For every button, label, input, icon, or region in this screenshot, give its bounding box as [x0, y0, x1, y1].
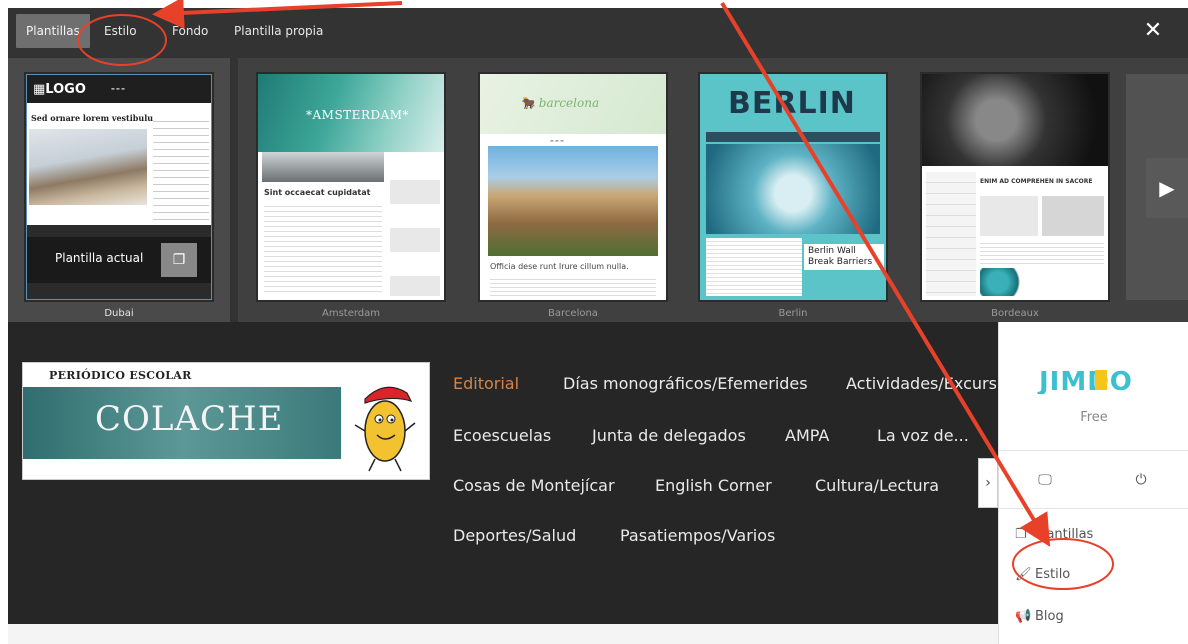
menu-item-junta[interactable]: Junta de delegados: [592, 426, 746, 445]
mascot-image: [354, 386, 416, 472]
site-banner[interactable]: PERIÓDICO ESCOLAR COLACHE: [22, 362, 430, 480]
template-thumb-barcelona[interactable]: 🐂 barcelona ▬ ▬ ▬ Officia dese runt Irur…: [480, 74, 666, 300]
thumb-photo: [1042, 196, 1104, 236]
thumb-heading: Sint occaecat cupidatat: [264, 188, 371, 197]
paint-roller-icon: 🖌: [1015, 567, 1032, 582]
jimdo-item-estilo[interactable]: 🖌 Estilo: [1015, 560, 1070, 590]
chevron-right-icon[interactable]: ▶: [1146, 158, 1188, 218]
thumb-sidebar: [926, 172, 976, 296]
menu-item-ampa[interactable]: AMPA: [785, 426, 829, 445]
menu-item-cultura[interactable]: Cultura/Lectura: [815, 476, 939, 495]
thumb-nav: ▬ ▬ ▬: [111, 86, 125, 91]
thumb-heading: ENIM AD COMPREHEN IN SACORE: [980, 178, 1093, 185]
menu-item-la-voz[interactable]: La voz de...: [877, 426, 969, 445]
thumb-brand: BERLIN: [728, 86, 856, 121]
thumb-sidebar: [153, 115, 209, 235]
thumb-brand: *AMSTERDAM*: [306, 108, 410, 122]
close-icon[interactable]: ✕: [1138, 16, 1168, 46]
svg-text:JIMDO: JIMDO: [1037, 367, 1133, 394]
menu-item-ecoescuelas[interactable]: Ecoescuelas: [453, 426, 551, 445]
thumb-photo: [29, 129, 147, 205]
thumb-photo: [980, 196, 1038, 236]
template-thumb-dubai[interactable]: ▦LOGO ▬ ▬ ▬ Sed ornare lorem vestibulum …: [26, 74, 212, 300]
menu-item-editorial[interactable]: Editorial: [453, 374, 519, 393]
divider: [999, 508, 1188, 509]
template-name-dubai: Dubai: [104, 308, 134, 319]
divider: [230, 58, 238, 322]
current-template-label: Plantilla actual: [55, 251, 144, 265]
thumb-photo: [488, 146, 658, 256]
template-name-barcelona: Barcelona: [548, 308, 598, 319]
template-chooser-panel: Plantillas Estilo Fondo Plantilla propia…: [8, 8, 1188, 322]
thumb-nav: [706, 132, 880, 142]
thumb-text: [264, 202, 382, 292]
thumb-text: [490, 276, 656, 298]
thumb-logo: ▦LOGO: [33, 82, 86, 97]
jimdo-logo: JIMDO: [1037, 367, 1133, 394]
menu-item-actividades[interactable]: Actividades/Excursi: [846, 374, 996, 393]
monitor-icon[interactable]: 🖵: [1035, 472, 1055, 488]
divider: [999, 450, 1188, 451]
tab-plantillas[interactable]: Plantillas: [16, 14, 90, 48]
template-name-bordeaux: Bordeaux: [991, 308, 1039, 319]
power-icon[interactable]: ⏻: [1131, 472, 1151, 488]
thumb-text: [980, 240, 1104, 264]
template-thumb-berlin[interactable]: BERLIN Berlin Wall Break Barriers: [700, 74, 886, 300]
thumb-photo: [980, 268, 1040, 296]
thumb-caption: Officia dese runt Irure cillum nulla.: [490, 262, 629, 271]
template-strip: ▦LOGO ▬ ▬ ▬ Sed ornare lorem vestibulum …: [8, 58, 1188, 322]
plan-label: Free: [1080, 410, 1108, 425]
tab-estilo[interactable]: Estilo: [94, 14, 147, 48]
screen: Plantillas Estilo Fondo Plantilla propia…: [0, 0, 1188, 644]
jimdo-side-panel: JIMDO Free 🖵 ⏻ ❐ Plantillas 🖌 Estilo 📢 Blog: [998, 322, 1188, 644]
templates-icon: ❐: [1015, 527, 1027, 542]
template-name-berlin: Berlin: [778, 308, 808, 319]
chevron-right-icon[interactable]: ›: [978, 458, 998, 508]
tab-fondo[interactable]: Fondo: [162, 14, 218, 48]
website-preview: PERIÓDICO ESCOLAR COLACHE Editorial Días…: [8, 322, 998, 624]
thumb-text: [706, 238, 802, 296]
template-thumb-bordeaux[interactable]: ENIM AD COMPREHEN IN SACORE: [922, 74, 1108, 300]
thumb-hero: [922, 74, 1108, 166]
thumb-photo: [706, 144, 880, 234]
tab-plantilla-propia[interactable]: Plantilla propia: [224, 14, 333, 48]
menu-item-montejicar[interactable]: Cosas de Montejícar: [453, 476, 615, 495]
template-thumb-amsterdam[interactable]: *AMSTERDAM* Sint occaecat cupidatat: [258, 74, 444, 300]
menu-item-deportes[interactable]: Deportes/Salud: [453, 526, 576, 545]
thumb-nav: ▬ ▬ ▬: [550, 138, 564, 143]
thumb-heading: Sed ornare lorem vestibulum: [31, 113, 162, 123]
menu-item-dias[interactable]: Días monográficos/Efemerides: [563, 374, 808, 393]
thumb-photo: [262, 152, 384, 182]
banner-title: COLACHE: [95, 399, 284, 439]
banner-subtitle: PERIÓDICO ESCOLAR: [49, 369, 192, 382]
menu-item-english[interactable]: English Corner: [655, 476, 772, 495]
jimdo-item-blog[interactable]: 📢 Blog: [1015, 602, 1064, 632]
thumb-brand: 🐂 barcelona: [520, 96, 600, 110]
page-bottom: [8, 624, 998, 644]
thumb-caption: Berlin Wall Break Barriers: [804, 244, 884, 270]
megaphone-icon: 📢: [1015, 609, 1032, 624]
menu-item-pasatiempos[interactable]: Pasatiempos/Varios: [620, 526, 775, 545]
chooser-tab-bar: Plantillas Estilo Fondo Plantilla propia…: [8, 8, 1188, 58]
jimdo-item-plantillas[interactable]: ❐ Plantillas: [1015, 520, 1093, 550]
template-name-amsterdam: Amsterdam: [321, 308, 381, 319]
copy-icon[interactable]: ❐: [161, 243, 197, 277]
thumb-sidebar: [390, 156, 440, 296]
